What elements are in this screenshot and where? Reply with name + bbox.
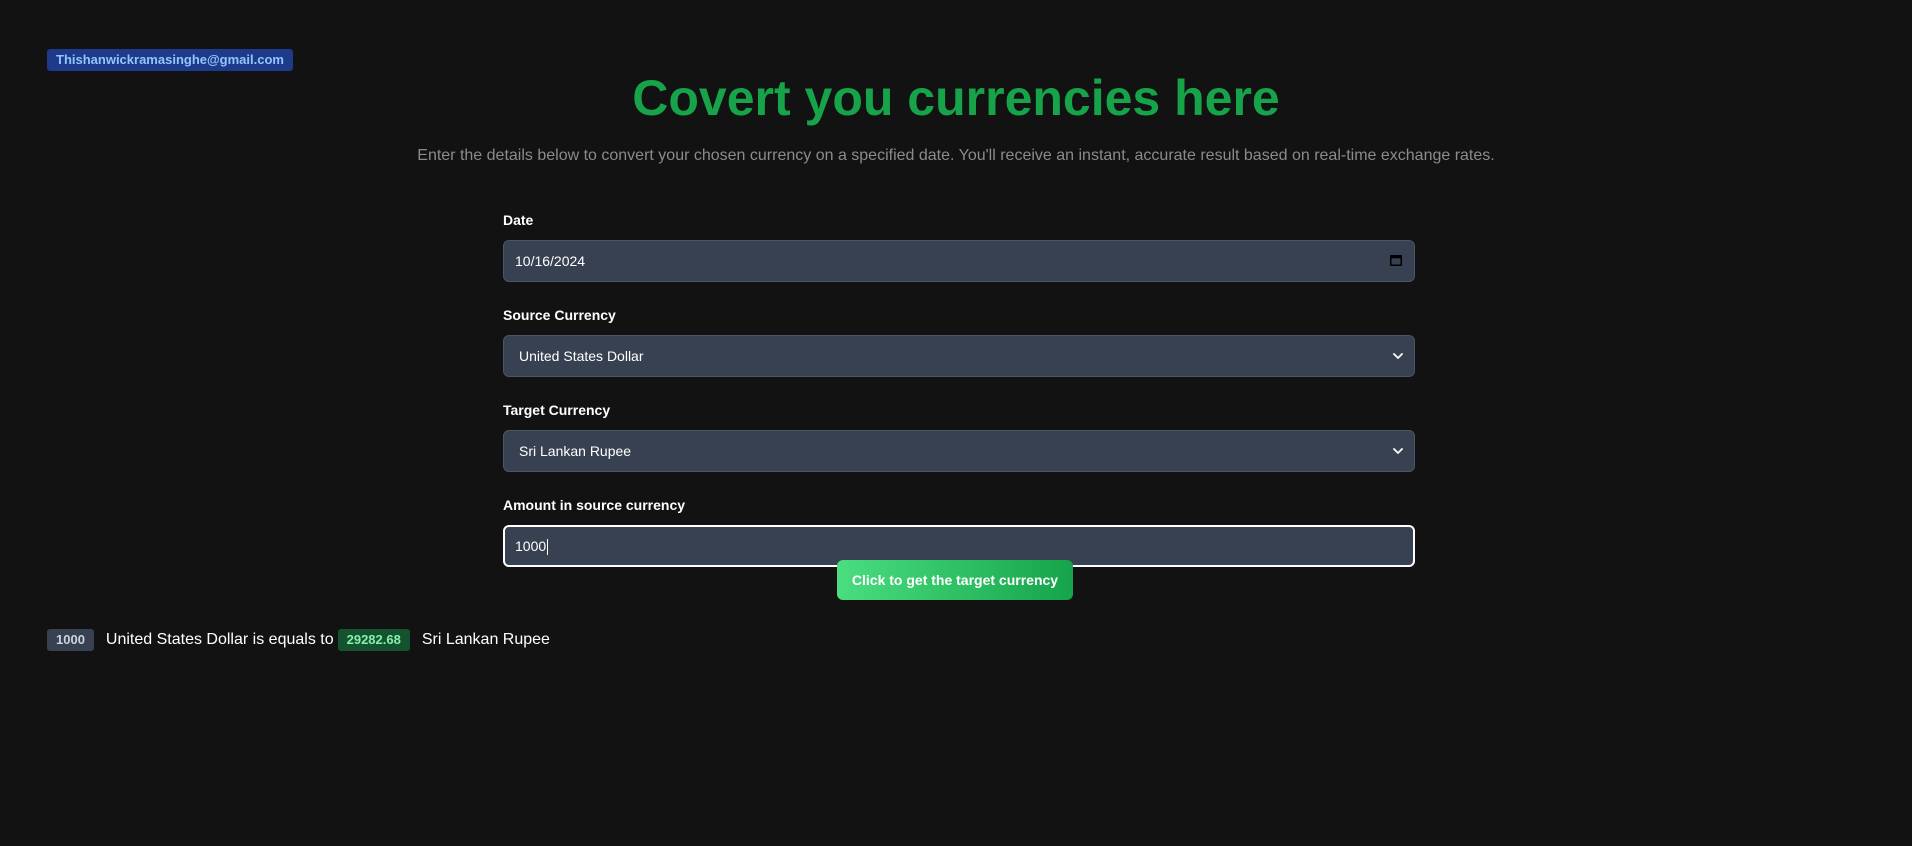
- target-currency-select[interactable]: Sri Lankan Rupee: [503, 430, 1415, 472]
- source-currency-value: United States Dollar: [519, 348, 644, 364]
- chevron-down-icon: [1393, 448, 1403, 454]
- result-target-currency: Sri Lankan Rupee: [421, 631, 550, 648]
- currency-converter-page: Thishanwickramasinghe@gmail.com Covert y…: [0, 0, 1912, 846]
- target-currency-value: Sri Lankan Rupee: [519, 443, 632, 459]
- get-target-currency-button[interactable]: Click to get the target currency: [837, 560, 1073, 600]
- result-source-currency: United States Dollar: [105, 631, 249, 648]
- date-input[interactable]: 10/16/2024: [503, 240, 1415, 282]
- page-subtitle: Enter the details below to convert your …: [417, 147, 1495, 164]
- date-label: Date: [503, 212, 534, 228]
- text-cursor: [547, 539, 549, 556]
- result-amount-badge: 1000: [47, 629, 94, 651]
- conversion-result: 1000 United States Dollar is equals to 2…: [47, 629, 550, 651]
- chevron-down-icon: [1393, 353, 1403, 359]
- source-currency-label: Source Currency: [503, 307, 616, 323]
- conversion-form: Date 10/16/2024 Source Currency United S…: [503, 208, 1415, 588]
- calendar-icon[interactable]: [1390, 254, 1402, 266]
- result-connector: is equals to: [252, 631, 334, 648]
- amount-label: Amount in source currency: [503, 497, 686, 513]
- source-currency-select[interactable]: United States Dollar: [503, 335, 1415, 377]
- result-converted-badge: 29282.68: [337, 629, 410, 651]
- target-currency-label: Target Currency: [503, 402, 611, 418]
- date-value: 10/16/2024: [515, 253, 586, 269]
- amount-value: 1000: [515, 538, 547, 554]
- page-title: Covert you currencies here: [632, 70, 1280, 126]
